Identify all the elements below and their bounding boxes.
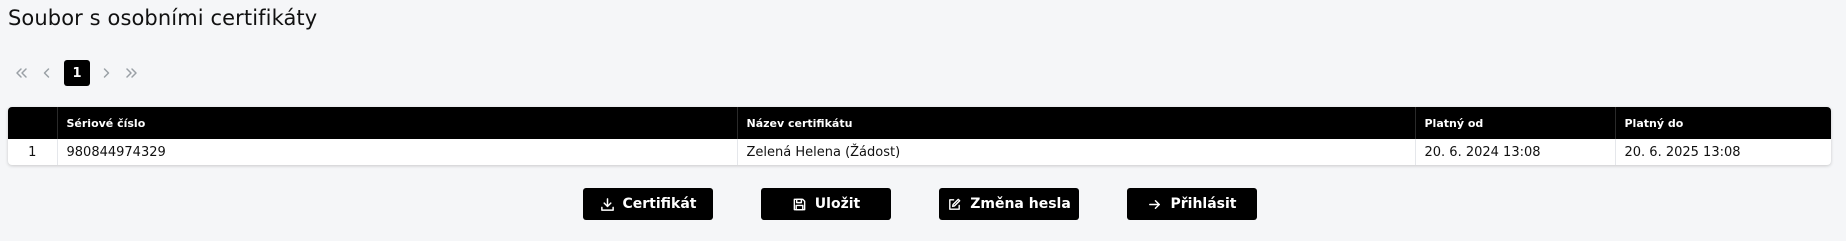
login-button-label: Přihlásit <box>1170 196 1237 212</box>
column-header-valid-to[interactable]: Platný do <box>1615 107 1831 139</box>
certificates-table: Sériové číslo Název certifikátu Platný o… <box>8 107 1831 165</box>
arrow-right-icon <box>1147 197 1162 212</box>
last-page-button[interactable] <box>121 60 141 86</box>
table-row[interactable]: 1 980844974329 Zelená Helena (Žádost) 20… <box>8 139 1831 165</box>
certificate-button-label: Certifikát <box>622 196 697 212</box>
download-icon <box>600 197 615 212</box>
row-index: 1 <box>8 139 58 165</box>
valid-from-cell: 20. 6. 2024 13:08 <box>1415 139 1616 165</box>
double-chevron-left-icon <box>15 67 29 79</box>
change-password-button[interactable]: Změna hesla <box>939 188 1079 220</box>
change-password-button-label: Změna hesla <box>970 196 1071 212</box>
valid-to-cell: 20. 6. 2025 13:08 <box>1624 144 1741 160</box>
save-button[interactable]: Uložit <box>761 188 891 220</box>
first-page-button[interactable] <box>12 60 32 86</box>
action-bar: Certifikát Uložit Změna hesla Přihlásit <box>0 188 1846 220</box>
chevron-left-icon <box>42 67 52 79</box>
edit-icon <box>947 197 962 212</box>
pagination: 1 <box>12 60 146 86</box>
next-page-button[interactable] <box>96 60 116 86</box>
column-header-serial[interactable]: Sériové číslo <box>57 107 738 139</box>
page-button-current[interactable]: 1 <box>64 60 90 86</box>
serial-number-cell: 980844974329 <box>57 139 738 165</box>
column-header-index <box>8 107 58 139</box>
login-button[interactable]: Přihlásit <box>1127 188 1257 220</box>
double-chevron-right-icon <box>124 67 138 79</box>
certificate-button[interactable]: Certifikát <box>583 188 713 220</box>
floppy-disk-icon <box>792 197 807 212</box>
chevron-right-icon <box>101 67 111 79</box>
prev-page-button[interactable] <box>37 60 57 86</box>
certificate-name-cell: Zelená Helena (Žádost) <box>737 139 1416 165</box>
save-button-label: Uložit <box>814 196 861 212</box>
column-header-valid-from[interactable]: Platný od <box>1415 107 1616 139</box>
column-header-name[interactable]: Název certifikátu <box>737 107 1416 139</box>
page-title: Soubor s osobními certifikáty <box>8 6 318 30</box>
table-header-row: Sériové číslo Název certifikátu Platný o… <box>8 107 1831 139</box>
